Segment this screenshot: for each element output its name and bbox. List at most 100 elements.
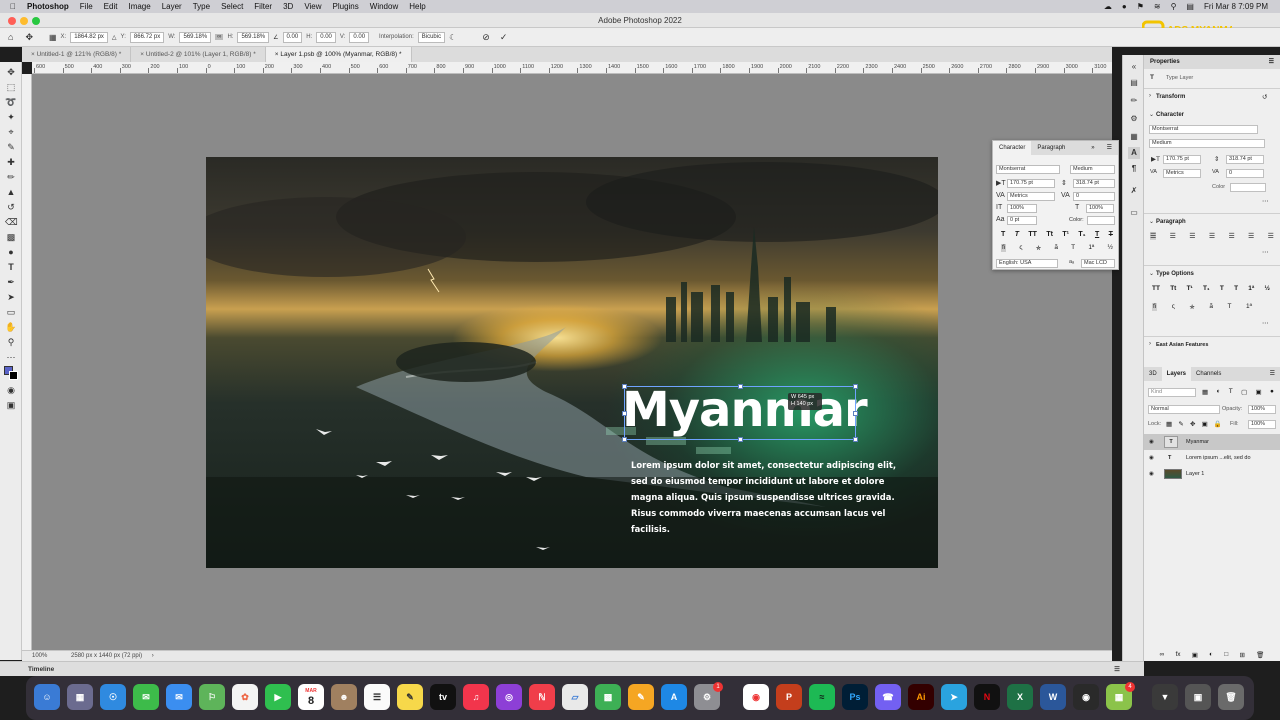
new-group-icon[interactable]: □ [1224, 651, 1228, 661]
hand-tool-icon[interactable]: ✋ [5, 321, 17, 333]
properties-title[interactable]: Properties [1150, 59, 1180, 65]
horizontal-ruler[interactable]: 600 500 400 300 200 100 0 100 200 300 400 500 600 700… [32, 62, 1112, 74]
adjustment-layer-icon[interactable]: ◐ [1209, 651, 1213, 661]
vskew-field[interactable]: 0.00 [349, 31, 370, 43]
menu-help[interactable]: Help [409, 2, 425, 11]
calendar-icon[interactable]: MAR 8 [298, 684, 324, 710]
notes-icon[interactable]: ✎ [397, 684, 423, 710]
collapse-icon[interactable]: » [1085, 141, 1100, 155]
prop-leading-field[interactable]: 318.74 pt [1226, 155, 1264, 164]
illustrator-icon[interactable]: Ai [908, 684, 934, 710]
marquee-tool-icon[interactable]: ⬚ [5, 81, 17, 93]
opt-all-caps[interactable]: TT [1152, 285, 1160, 292]
downloads-stack-icon[interactable]: ▼ [1152, 684, 1178, 710]
opt-contextual[interactable]: 1ª [1246, 303, 1252, 311]
home-icon[interactable]: ⌂ [8, 32, 13, 42]
titling-button[interactable]: T [1071, 244, 1075, 252]
opacity-field[interactable]: 100% [1248, 405, 1276, 414]
subscript-button[interactable]: T₁ [1078, 231, 1085, 238]
font-style-select[interactable]: Medium [1070, 165, 1115, 174]
close-window-button[interactable] [8, 17, 16, 25]
antialias-select[interactable]: Mac LCD [1081, 259, 1115, 268]
prop-kerning-select[interactable]: Metrics [1163, 169, 1201, 178]
tab-character[interactable]: Character [993, 141, 1032, 155]
reset-icon[interactable]: ↺ [1262, 93, 1267, 101]
libraries-icon[interactable]: ▭ [1128, 207, 1140, 219]
pen-tool-icon[interactable]: ✒ [5, 276, 17, 288]
cancel-transform-icon[interactable]: ⊘ [482, 32, 490, 43]
minimize-window-button[interactable] [20, 17, 28, 25]
layer-name[interactable]: Myanmar [1186, 434, 1209, 450]
crop-tool-icon[interactable]: ⌖ [5, 126, 17, 138]
opt-swash[interactable]: ✯ [1189, 303, 1194, 311]
adjustments-icon[interactable]: ⚙ [1128, 113, 1140, 125]
interpolation-select[interactable]: Bicubic [417, 31, 446, 43]
opt-ordinals[interactable]: 1ª [1248, 285, 1254, 292]
history-brush-icon[interactable]: ↺ [5, 201, 17, 213]
news-icon[interactable]: ℕ [529, 684, 555, 710]
opt-superscript[interactable]: T¹ [1187, 285, 1193, 292]
prop-color-swatch[interactable] [1230, 183, 1266, 192]
rectangle-tool-icon[interactable]: ▭ [5, 306, 17, 318]
transform-handle-bl[interactable] [622, 437, 627, 442]
align-right-button[interactable]: ☰ [1189, 232, 1195, 240]
y-field[interactable]: 866.72 px [129, 31, 165, 43]
small-caps-button[interactable]: Tt [1046, 231, 1053, 238]
screen-mode-icon[interactable]: ▣ [5, 399, 17, 411]
baseline-shift-field[interactable]: 0 pt [1007, 216, 1037, 225]
filter-type-icon[interactable]: T [1229, 388, 1233, 396]
facetime-icon[interactable]: ▶ [265, 684, 291, 710]
path-select-icon[interactable]: ➤ [5, 291, 17, 303]
align-left-button[interactable]: ☰ [1150, 232, 1157, 240]
more-icon[interactable]: ⋯ [1262, 319, 1269, 327]
transform-handle-bottom[interactable] [738, 437, 743, 442]
lock-artboard-icon[interactable]: ▣ [1202, 420, 1208, 428]
commit-transform-icon[interactable]: ✓ [500, 32, 508, 43]
font-family-select[interactable]: Montserrat [996, 165, 1060, 174]
more-icon[interactable]: ⋯ [1262, 248, 1269, 256]
clock-text[interactable]: Fri Mar 8 7:09 PM [1204, 2, 1268, 11]
tab-channels[interactable]: Channels [1191, 367, 1226, 381]
new-layer-icon[interactable]: ⊞ [1239, 651, 1244, 661]
justify-all-button[interactable]: ☰ [1268, 232, 1274, 240]
menu-window[interactable]: Window [370, 2, 398, 11]
leading-field[interactable]: 318.74 pt [1073, 179, 1115, 188]
keynote-icon[interactable]: ▱ [562, 684, 588, 710]
superscript-button[interactable]: T¹ [1062, 231, 1069, 238]
vertical-scale-field[interactable]: 100% [1007, 204, 1037, 213]
align-center-button[interactable]: ☰ [1170, 232, 1176, 240]
zoom-tool-icon[interactable]: ⚲ [5, 336, 17, 348]
type-tool-icon[interactable]: T [5, 261, 17, 273]
justify-right-button[interactable]: ☰ [1248, 232, 1254, 240]
transform-handle-right[interactable] [853, 411, 858, 416]
more-tools-icon[interactable]: ⋯ [5, 351, 17, 363]
menu-3d[interactable]: 3D [283, 2, 293, 11]
vertical-ruler[interactable] [22, 74, 32, 650]
photoshop-icon[interactable]: Ps [842, 684, 868, 710]
layer-row[interactable]: ◉ T Myanmar [1144, 434, 1280, 450]
lock-all-icon[interactable]: 🔒 [1214, 420, 1222, 428]
lasso-tool-icon[interactable]: ➰ [5, 96, 17, 108]
move-tool-icon[interactable]: ✥ [25, 32, 33, 43]
safari-icon[interactable]: ☉ [100, 684, 126, 710]
excel-icon[interactable]: X [1007, 684, 1033, 710]
transform-handle-br[interactable] [853, 437, 858, 442]
text-color-swatch[interactable] [1087, 216, 1115, 225]
menu-view[interactable]: View [304, 2, 321, 11]
filter-shape-icon[interactable]: ▢ [1241, 388, 1247, 396]
wifi-icon[interactable]: ≋ [1154, 2, 1161, 11]
fill-field[interactable]: 100% [1248, 420, 1276, 429]
menu-image[interactable]: Image [128, 2, 150, 11]
eye-icon[interactable]: ◉ [1149, 434, 1154, 450]
lock-pixels-icon[interactable]: ▦ [1166, 420, 1172, 428]
layer-style-icon[interactable]: fx [1175, 651, 1180, 661]
tab-layer-1-psb[interactable]: × Layer 1.psb @ 100% (Myanmar, RGB/8) * [265, 47, 412, 62]
paragraph-panel-icon[interactable]: ¶ [1128, 163, 1140, 175]
tab-untitled-1[interactable]: × Untitled-1 @ 121% (RGB/8) * [22, 47, 132, 62]
word-icon[interactable]: W [1040, 684, 1066, 710]
transform-handle-left[interactable] [622, 411, 627, 416]
link-layers-icon[interactable]: ∞ [1160, 651, 1165, 661]
menu-type[interactable]: Type [193, 2, 210, 11]
h-field[interactable]: 569.18% [237, 31, 270, 43]
prop-tracking-select[interactable]: 0 [1226, 169, 1264, 178]
